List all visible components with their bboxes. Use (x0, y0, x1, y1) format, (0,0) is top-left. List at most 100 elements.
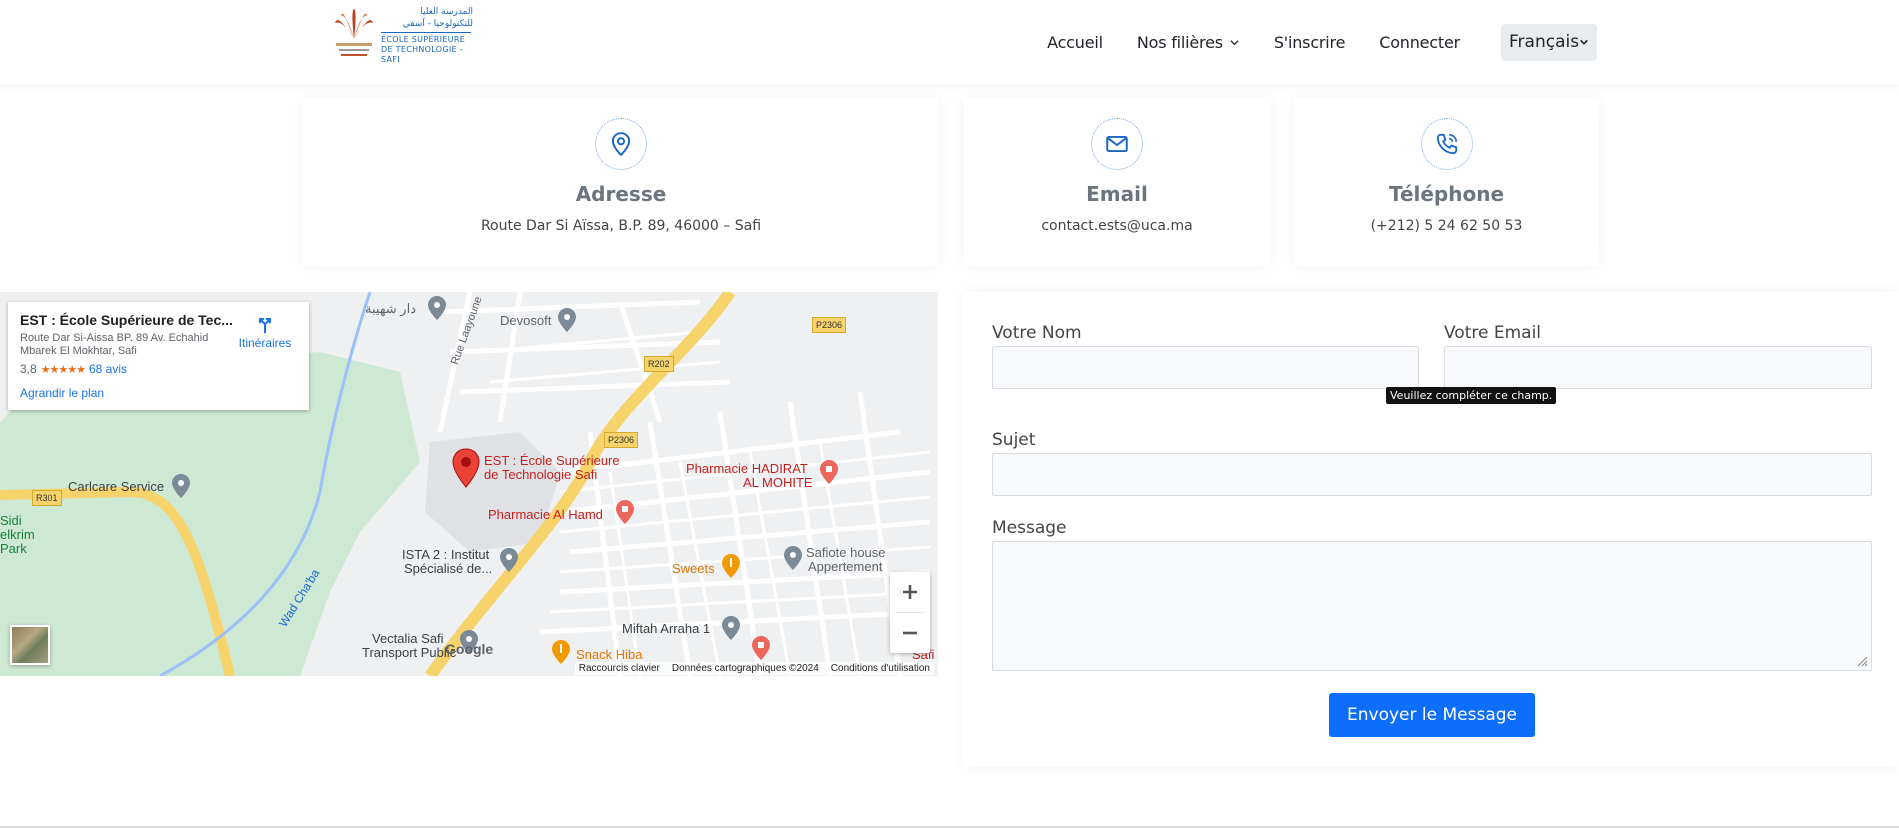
message-label: Message (992, 518, 1067, 538)
map-label-pharmacie-hadirat-1: Pharmacie HADIRAT (686, 461, 808, 476)
name-label: Votre Nom (992, 323, 1082, 343)
google-logo: Google (445, 641, 494, 657)
message-textarea[interactable] (992, 541, 1872, 671)
map-label-sidi-2: elkrim (0, 527, 35, 542)
map-label-safiote-2: Appertement (808, 559, 883, 574)
logo-french-line-1: ÉCOLE SUPÉRIEURE (381, 34, 466, 44)
map-label-safiote-1: Safiote house (806, 545, 886, 560)
map-place-address: Route Dar Si-Aissa BP. 89 Av. Echahid Mb… (20, 332, 209, 357)
logo-french-line-2: DE TECHNOLOGIE -SAFI (381, 44, 463, 64)
subject-input[interactable] (992, 453, 1872, 496)
map-data-text: Données cartographiques ©2024 (671, 663, 819, 674)
embedded-google-map[interactable]: P2306 R202 P2306 R301 دار شهيبة Devosoft… (0, 292, 938, 676)
map-label-sidi-1: Sidi (0, 513, 22, 528)
map-label-ista-1: ISTA 2 : Institut (402, 547, 490, 562)
road-shield-r202: R202 (644, 356, 674, 372)
directions-button[interactable]: Itinéraires (235, 314, 295, 350)
map-label-ista-2: Spécialisé de... (404, 561, 493, 576)
nav-programs[interactable]: Nos filières (1137, 33, 1240, 52)
road-shield-p2306: P2306 (812, 317, 847, 333)
map-label-snack-hiba: Snack Hiba (576, 647, 643, 662)
terms-link[interactable]: Conditions d'utilisation (831, 663, 930, 674)
directions-icon (258, 317, 272, 334)
chevron-down-icon (1580, 39, 1588, 45)
logo-arabic-line-1: المدرسة العليا (420, 6, 473, 17)
phone-title: Téléphone (1388, 182, 1505, 206)
map-pin-icon[interactable] (722, 616, 740, 640)
nav-programs-label: Nos filières (1136, 32, 1223, 52)
map-label-est-1: EST : École Supérieure (484, 453, 620, 468)
rating-stars: ★★★★★ (40, 363, 86, 376)
logo-arabic-line-2: للتكنولوجيا - آسفي (402, 18, 473, 29)
location-pin-icon (595, 118, 647, 170)
address-title: Adresse (575, 182, 667, 206)
reviews-link[interactable]: 68 avis (89, 362, 127, 376)
map-place-card: EST : École Supérieure de Tec... Route D… (8, 302, 309, 410)
send-message-button[interactable]: Envoyer le Message (1329, 693, 1535, 737)
nav-login[interactable]: Connecter (1379, 33, 1460, 52)
map-zoom-controls (890, 572, 930, 653)
map-enlarge-wrapper: Agrandir le plan (20, 384, 297, 402)
minus-icon (903, 631, 917, 635)
map-label-est-2: de Technologie Safi (484, 467, 598, 482)
map-place-rating: 3,8 ★★★★★ 68 avis (20, 362, 297, 376)
logo-emblem (333, 9, 375, 61)
map-pin-icon[interactable] (784, 546, 802, 570)
logo-divider (381, 31, 471, 33)
address-card: Adresse Route Dar Si Aïssa, B.P. 89, 460… (303, 98, 939, 266)
map-marker-icon[interactable] (451, 448, 481, 488)
zoom-in-button[interactable] (890, 572, 930, 612)
resize-handle-icon[interactable] (1856, 655, 1868, 667)
phone-text[interactable]: (+212) 5 24 62 50 53 (1294, 218, 1599, 234)
restaurant-pin-icon[interactable] (552, 640, 570, 664)
keyboard-shortcuts-link[interactable]: Raccourcis clavier (579, 663, 660, 674)
email-text[interactable]: contact.ests@uca.ma (964, 218, 1270, 234)
school-logo[interactable]: المدرسة العليا للتكنولوجيا - آسفي ÉCOLE … (333, 6, 473, 64)
nav-home[interactable]: Accueil (1047, 33, 1103, 52)
main-nav: Accueil Nos filières S'inscrire Connecte… (1030, 22, 1597, 62)
phone-card: Téléphone (+212) 5 24 62 50 53 (1294, 98, 1599, 266)
enlarge-map-link[interactable]: Agrandir le plan (20, 386, 104, 400)
chevron-down-icon (1230, 39, 1239, 45)
name-input[interactable] (992, 346, 1419, 389)
pharmacy-pin-icon[interactable] (752, 636, 770, 660)
road-shield-r301: R301 (32, 490, 62, 506)
map-attribution-bar: Raccourcis clavier Données cartographiqu… (574, 662, 934, 675)
language-select[interactable]: Français (1501, 23, 1597, 61)
map-label-sidi-3: Park (0, 541, 27, 556)
map-label-pharmacie-hadirat-2: AL MOHITE (743, 475, 813, 490)
phone-icon (1420, 118, 1473, 170)
map-label-dar: دار شهيبة (365, 301, 416, 316)
map-label-carlcare: Carlcare Service (68, 479, 165, 494)
email-label: Votre Email (1444, 323, 1542, 343)
email-title: Email (1086, 182, 1148, 206)
map-pin-icon[interactable] (558, 308, 576, 332)
road-shield-p2306-2: P2306 (604, 432, 639, 448)
map-label-miftah: Miftah Arraha 1 (622, 621, 711, 636)
map-label-vectalia-1: Vectalia Safi (372, 631, 444, 646)
rating-value: 3,8 (20, 362, 37, 376)
map-label-pharmacie-al-hamd: Pharmacie Al Hamd (488, 507, 603, 522)
plus-icon (903, 585, 917, 599)
pharmacy-pin-icon[interactable] (616, 500, 634, 524)
language-select-value: Français (1509, 32, 1580, 52)
zoom-out-button[interactable] (890, 613, 930, 653)
map-label-vectalia-2: Transport Public (362, 645, 457, 660)
email-input[interactable] (1444, 346, 1872, 389)
pharmacy-pin-icon[interactable] (820, 460, 838, 484)
logo-text: المدرسة العليا للتكنولوجيا - آسفي ÉCOLE … (381, 6, 473, 65)
validation-tooltip: Veuillez compléter ce champ. (1386, 387, 1557, 404)
restaurant-pin-icon[interactable] (722, 554, 740, 578)
map-pin-icon[interactable] (172, 474, 190, 498)
satellite-toggle-button[interactable] (10, 625, 50, 665)
map-pin-icon[interactable] (428, 296, 446, 320)
nav-register[interactable]: S'inscrire (1274, 33, 1346, 52)
map-pin-icon[interactable] (500, 548, 518, 572)
map-label-sweets: Sweets (672, 561, 715, 576)
site-header: المدرسة العليا للتكنولوجيا - آسفي ÉCOLE … (0, 0, 1899, 84)
map-label-devosoft: Devosoft (500, 313, 552, 328)
address-text: Route Dar Si Aïssa, B.P. 89, 46000 – Saf… (480, 218, 762, 234)
email-card: Email contact.ests@uca.ma (964, 98, 1270, 266)
envelope-icon (1091, 118, 1143, 170)
directions-label: Itinéraires (238, 336, 292, 350)
